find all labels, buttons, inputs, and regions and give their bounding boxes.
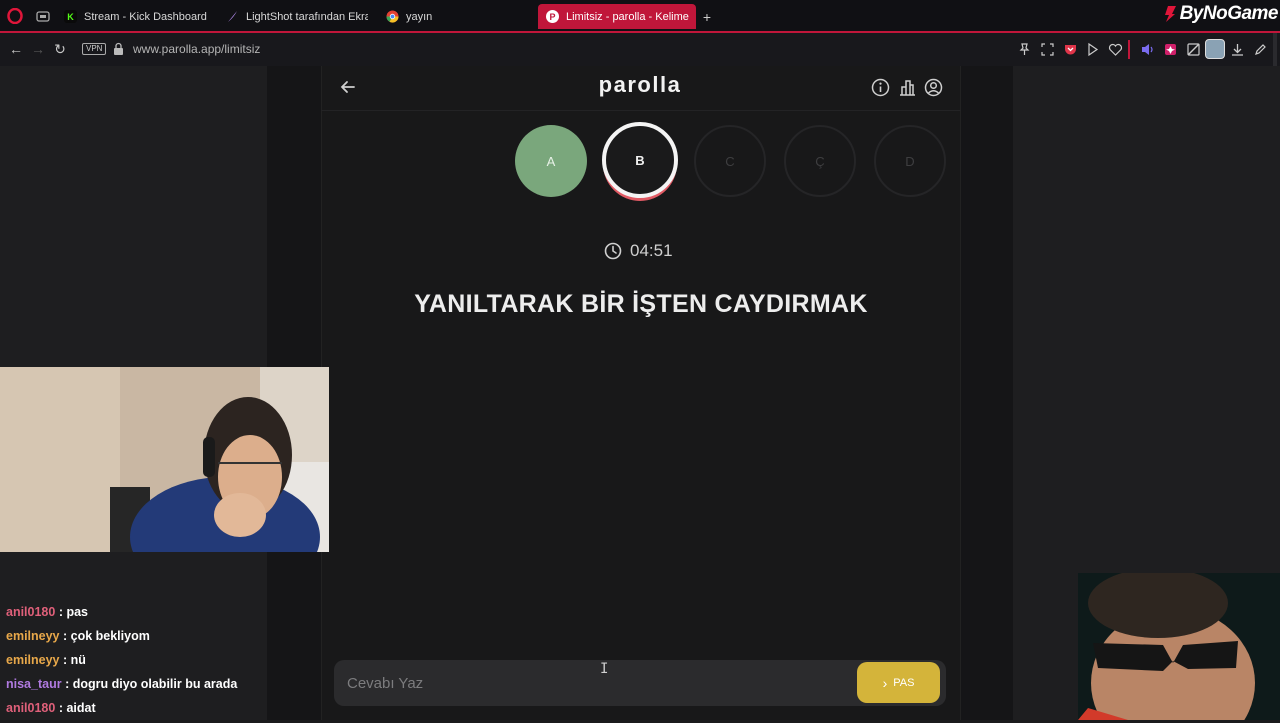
extension-puzzle-icon[interactable] (1163, 42, 1178, 57)
heart-icon[interactable] (1108, 42, 1123, 57)
lightshot-feather-icon (226, 10, 239, 23)
profile-avatar[interactable] (1205, 39, 1225, 59)
snapshot-icon[interactable] (1040, 42, 1055, 57)
edit-pencil-icon[interactable] (1253, 42, 1268, 57)
pass-label: PAS (893, 676, 915, 689)
pin-icon[interactable] (1017, 42, 1032, 57)
browser-tab-strip: K Stream - Kick Dashboard LightShot tara… (0, 0, 1280, 33)
pocket-icon[interactable] (1063, 42, 1078, 57)
browser-address-bar: ← → ↻ VPN www.parolla.app/limitsiz (0, 33, 1280, 66)
parolla-favicon: P (546, 10, 559, 23)
vpn-badge[interactable]: VPN (82, 43, 107, 55)
speaker-icon[interactable] (1140, 42, 1155, 57)
guest-camera-image (1078, 573, 1280, 720)
user-profile-icon[interactable] (924, 78, 943, 97)
forward-arrow-icon[interactable]: → (30, 41, 46, 57)
streamer-webcam (0, 367, 329, 552)
tab-label: yayın (406, 10, 433, 23)
bynogame-brand-text: ByNoGame (1179, 3, 1279, 24)
letter-circle-c: C (694, 125, 766, 197)
chat-message: nisa_taur : dogru diyo olabilir bu arada (6, 675, 306, 699)
stream-chat: anil0180 : pas emilneyy : çok bekliyom e… (6, 603, 306, 723)
answer-input[interactable] (334, 660, 946, 706)
countdown-timer: 04:51 (604, 241, 673, 261)
guest-camera (1078, 573, 1280, 720)
bynogame-watermark: ByNoGame (1162, 0, 1279, 28)
chat-username: nisa_taur (6, 677, 62, 691)
chevron-right-icon: › (882, 674, 888, 691)
chat-text: : aidat (55, 701, 96, 715)
scroll-gutter (1273, 33, 1277, 66)
tab-lightshot[interactable]: LightShot tarafından Ekra (226, 4, 368, 29)
chat-username: anil0180 (6, 605, 56, 619)
timer-value: 04:51 (630, 241, 673, 260)
play-icon[interactable] (1085, 42, 1100, 57)
text-cursor-icon: I (600, 661, 609, 677)
chat-message: emilneyy : nü (6, 651, 306, 675)
reload-icon[interactable]: ↻ (52, 41, 68, 57)
chat-message: anil0180 : pas (6, 603, 306, 627)
header-divider (321, 110, 961, 111)
tab-manager-icon[interactable] (35, 8, 51, 24)
bynogame-logo-icon (1164, 6, 1176, 22)
lock-icon[interactable] (113, 42, 124, 56)
chat-text: : nü (59, 653, 86, 667)
tab-yayin[interactable]: yayın (386, 4, 506, 29)
new-tab-button[interactable]: + (700, 4, 714, 29)
tab-label: Limitsiz - parolla - Kelime (566, 10, 689, 23)
chat-message: anil0180 : aidat (6, 699, 306, 723)
chat-username: emilneyy (6, 629, 60, 643)
tab-label: Stream - Kick Dashboard (84, 10, 207, 23)
tab-parolla-active[interactable]: P Limitsiz - parolla - Kelime (538, 4, 696, 29)
tab-label: LightShot tarafından Ekra (246, 10, 368, 23)
letter-circle-a: A (515, 125, 587, 197)
chat-message: emilneyy : çok bekliyom (6, 627, 306, 651)
letter-circle-d: D (874, 125, 946, 197)
chat-text: : pas (55, 605, 88, 619)
chat-text: : dogru diyo olabilir bu arada (61, 677, 238, 691)
tab-kick-dashboard[interactable]: K Stream - Kick Dashboard (64, 4, 214, 29)
chat-text: : çok bekliyom (59, 629, 150, 643)
pen-slash-icon[interactable] (1186, 42, 1201, 57)
webcam-image (0, 367, 329, 552)
chrome-colorful-icon (386, 10, 399, 23)
url-text[interactable]: www.parolla.app/limitsiz (133, 42, 260, 56)
download-icon[interactable] (1230, 42, 1245, 57)
letter-circle-b-active: B (602, 122, 678, 198)
chat-username: emilneyy (6, 653, 60, 667)
pass-button[interactable]: › PAS (857, 662, 940, 703)
chat-username: anil0180 (6, 701, 56, 715)
back-arrow-button[interactable] (339, 78, 357, 96)
letter-circle-c-cedilla: Ç (784, 125, 856, 197)
clue-text: YANILTARAK BİR İŞTEN CAYDIRMAK (414, 290, 868, 318)
clock-icon (604, 242, 622, 260)
stats-bar-chart-icon[interactable] (898, 78, 917, 97)
back-arrow-icon[interactable]: ← (8, 41, 24, 57)
info-icon[interactable] (871, 78, 890, 97)
toolbar-divider (1128, 40, 1130, 59)
kick-icon: K (64, 10, 77, 23)
parolla-logo[interactable]: parolla (540, 72, 740, 98)
opera-logo-icon[interactable] (7, 8, 23, 24)
